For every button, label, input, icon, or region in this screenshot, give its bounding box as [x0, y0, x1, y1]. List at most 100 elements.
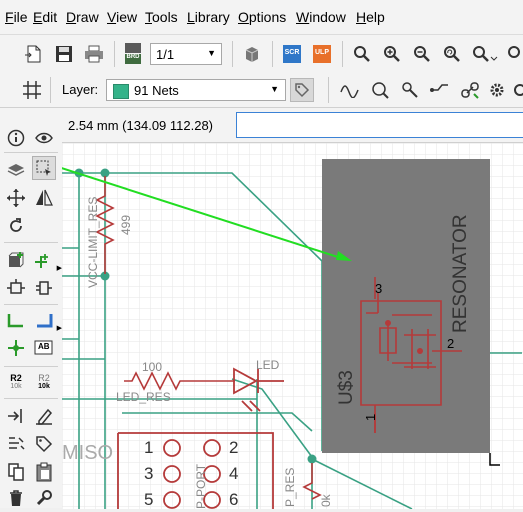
r2-label: R2 [38, 373, 50, 383]
edit-icon[interactable] [32, 404, 56, 428]
bus-icon[interactable]: ▶ [32, 308, 62, 332]
layer-value: 91 Nets [134, 83, 179, 98]
add-pin-icon[interactable]: ▶ [32, 248, 62, 272]
layer-toolbar: Layer: 91 Nets ▼ [0, 73, 523, 108]
pin-3-label: 3 [375, 281, 382, 296]
menu-view[interactable]: View [107, 9, 137, 25]
zoom-out-icon[interactable] [410, 42, 434, 66]
link-icon[interactable] [458, 78, 482, 102]
wire-icon[interactable] [4, 308, 28, 332]
command-input[interactable] [236, 112, 523, 138]
menu-bar: File Edit Draw View Tools Library Option… [0, 0, 523, 34]
switch-board-icon[interactable]: BRD [122, 42, 144, 66]
name-tool-icon[interactable]: R2 10k [4, 370, 28, 394]
zoom-area-icon[interactable] [505, 42, 523, 66]
r2-label: R2 [10, 373, 22, 383]
print-icon[interactable] [82, 42, 106, 66]
delete-icon[interactable] [4, 486, 28, 510]
r2-value: 10k [38, 383, 50, 390]
add-part-icon[interactable] [4, 248, 28, 272]
search-route-icon[interactable] [398, 78, 422, 102]
attribute-icon[interactable] [4, 432, 28, 456]
isp-port-label: P-PORT [194, 463, 208, 509]
ulp-label: ULP [315, 49, 329, 56]
separator [4, 152, 58, 153]
open-icon[interactable] [22, 42, 46, 66]
gear-icon[interactable] [486, 78, 508, 102]
layer-select[interactable]: 91 Nets ▼ [106, 79, 286, 101]
menu-options[interactable]: Options [238, 9, 286, 25]
chevron-down-icon: ▼ [207, 48, 216, 58]
menu-file[interactable]: File [5, 9, 28, 25]
vcc-limit-res-label: VCC-LIMIT_RES [86, 197, 100, 288]
menu-tools[interactable]: Tools [145, 9, 178, 25]
move-icon[interactable] [4, 186, 28, 210]
led-res-label: LED_RES [116, 390, 171, 404]
zoom-select-icon[interactable] [470, 42, 500, 66]
separator [4, 242, 58, 243]
separator [50, 77, 51, 103]
gate-swap-icon[interactable] [32, 276, 56, 300]
led-label: LED [256, 358, 280, 372]
replace-part-icon[interactable] [4, 276, 28, 300]
separator [342, 41, 343, 67]
mirror-icon[interactable] [32, 186, 56, 210]
zoom-fit-icon[interactable] [350, 42, 374, 66]
paste-icon[interactable] [32, 460, 56, 484]
main-toolbar: BRD 1/1 ▼ SCR ULP [0, 34, 523, 74]
sheet-value: 1/1 [156, 47, 175, 62]
tag-icon[interactable] [290, 78, 314, 102]
p-res-value-label: 0k [319, 493, 333, 507]
separator [114, 41, 115, 67]
resonator-label: RESONATOR [450, 214, 471, 333]
save-icon[interactable] [52, 42, 76, 66]
junction[interactable] [307, 454, 317, 464]
value-tool-icon[interactable]: R2 10k [32, 370, 56, 394]
zoom-redraw-icon[interactable] [440, 42, 464, 66]
zoom-in-icon[interactable] [380, 42, 404, 66]
menu-help[interactable]: Help [356, 9, 385, 25]
wire-style-icon[interactable] [338, 78, 362, 102]
scr-label: SCR [284, 49, 300, 56]
copy-icon[interactable] [4, 460, 28, 484]
menu-window[interactable]: Window [296, 9, 346, 25]
magnify-net-icon[interactable] [368, 78, 392, 102]
schematic-canvas[interactable]: 3 2 1 RESONATOR U$3 VCC-LIMIT_RES 499 10… [51, 142, 523, 510]
label-tool-icon[interactable]: AB [32, 336, 56, 360]
more-icon[interactable] [510, 78, 523, 102]
show-eye-icon[interactable] [32, 126, 56, 150]
split-icon[interactable] [4, 404, 28, 428]
r499-label: 499 [119, 215, 133, 235]
sheet-select[interactable]: 1/1 ▼ [150, 43, 222, 65]
coordinate-readout: 2.54 mm (134.09 112.28) [68, 118, 214, 133]
separator [4, 366, 58, 367]
rotate-icon[interactable] [4, 214, 28, 238]
layer-label: Layer: [62, 82, 99, 97]
junction-icon[interactable] [4, 336, 28, 360]
separator [4, 398, 58, 399]
pin-2-label: 2 [447, 336, 454, 351]
brd-label: BRD [126, 54, 140, 60]
cam-icon[interactable] [240, 42, 264, 66]
separator [4, 304, 58, 305]
smash-tag-icon[interactable] [32, 432, 56, 456]
header-pin-3: 3 [144, 464, 153, 483]
info-icon[interactable] [4, 126, 28, 150]
layers-icon[interactable] [4, 156, 28, 180]
run-ulp-icon[interactable]: ULP [310, 42, 334, 66]
wrench-icon[interactable] [32, 486, 56, 510]
menu-library[interactable]: Library [187, 9, 230, 25]
ab-label: AB [38, 342, 50, 351]
grid-icon[interactable] [20, 78, 44, 102]
separator [272, 41, 273, 67]
header-pin-2: 2 [229, 438, 238, 457]
run-script-icon[interactable]: SCR [280, 42, 304, 66]
separator [232, 41, 233, 67]
r2-sub: 10k [10, 383, 22, 390]
menu-edit[interactable]: Edit [33, 9, 57, 25]
route-icon[interactable] [428, 78, 452, 102]
select-group-icon[interactable] [32, 156, 56, 180]
header-pin-1: 1 [144, 438, 153, 457]
menu-draw[interactable]: Draw [66, 9, 99, 25]
r100-label: 100 [142, 360, 162, 374]
